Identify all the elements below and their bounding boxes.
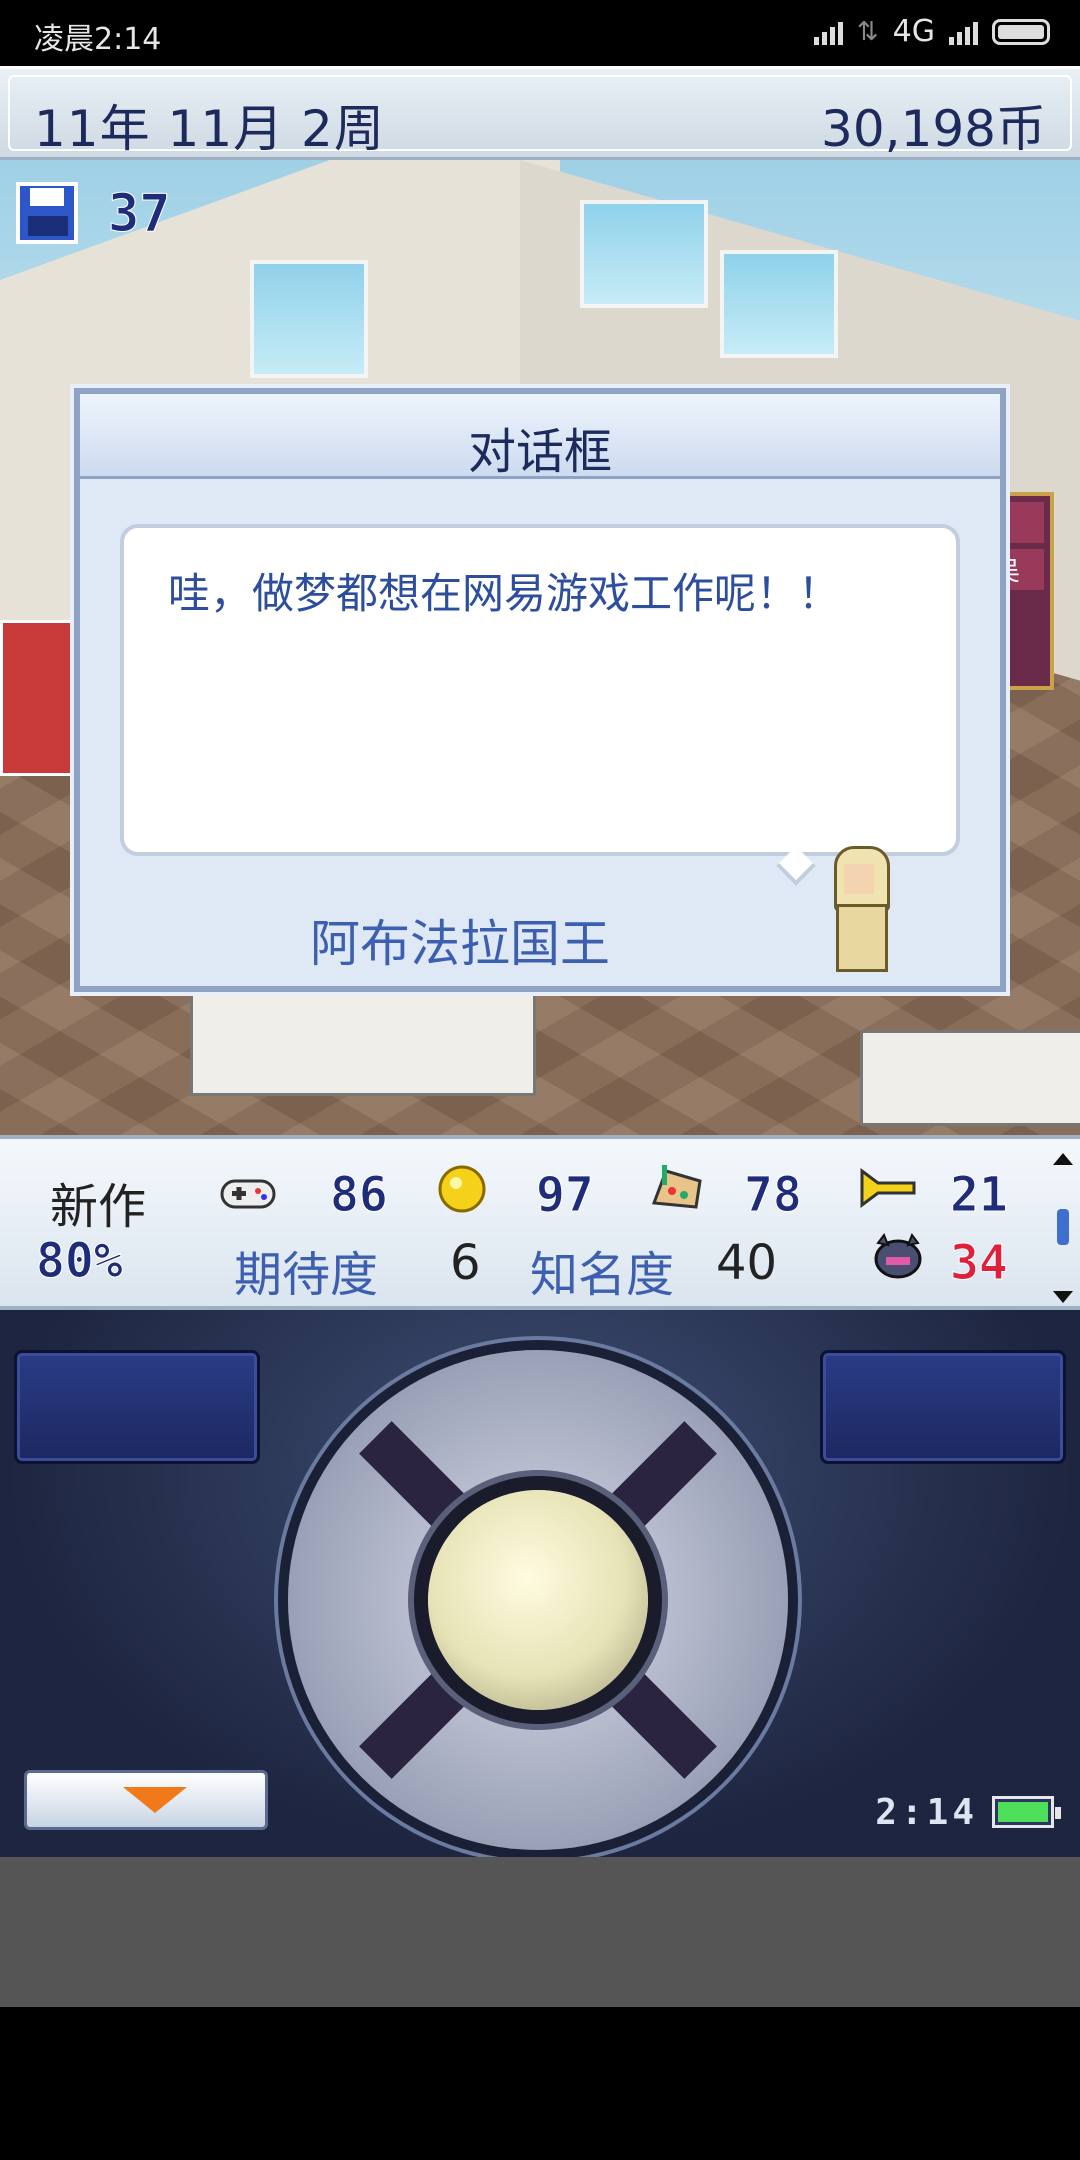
left-shoulder-button[interactable]	[14, 1350, 260, 1464]
signal-2-icon	[949, 19, 978, 45]
paint-palette-icon	[651, 1165, 702, 1209]
dialog-message: 哇，做梦都想在网易游戏工作呢！！	[168, 569, 841, 618]
expectation-value: 6	[450, 1235, 481, 1291]
king-portrait-icon	[828, 846, 890, 974]
money-display: 30,198币	[821, 100, 1046, 158]
gold-coin-icon	[438, 1165, 486, 1213]
status-bar: 凌晨2:14 ⇅ 4G	[0, 0, 1080, 66]
battery-icon	[992, 1796, 1061, 1828]
network-type: 4G	[892, 14, 935, 49]
game-clock: 2:14	[875, 1792, 978, 1833]
dialog-title: 对话框	[467, 424, 612, 480]
desk	[190, 990, 536, 1096]
fame-value: 40	[716, 1235, 778, 1291]
creativity-value: 97	[536, 1167, 595, 1224]
navigation-bar	[0, 2007, 1080, 2160]
window	[720, 250, 838, 358]
floppy-disk-icon[interactable]	[16, 182, 78, 244]
right-shoulder-button[interactable]	[820, 1350, 1066, 1464]
bug-monster-icon	[874, 1232, 922, 1279]
scroll-thumb[interactable]	[1057, 1209, 1069, 1245]
dialog-title-bar: 对话框	[80, 394, 1000, 480]
music-note-icon	[860, 1168, 916, 1208]
dialog-box[interactable]: 对话框 哇，做梦都想在网易游戏工作呢！！ 阿布法拉国王	[74, 388, 1006, 992]
save-count: 37	[108, 184, 172, 245]
dpad-center-button[interactable]	[428, 1490, 648, 1710]
stats-scrollbar[interactable]	[1053, 1153, 1073, 1303]
chevron-down-icon	[123, 1787, 187, 1813]
fame-label: 知名度	[530, 1247, 675, 1303]
speech-bubble: 哇，做梦都想在网易游戏工作呢！！	[120, 524, 960, 856]
expectation-label: 期待度	[234, 1247, 379, 1303]
dpad[interactable]	[288, 1350, 788, 1850]
game-date: 11年 11月 2周	[34, 100, 385, 158]
scroll-down-icon[interactable]	[1053, 1291, 1073, 1303]
status-icons: ⇅ 4G	[813, 14, 1050, 49]
bugs-value: 34	[950, 1235, 1009, 1292]
progress-percent: 80%	[36, 1233, 124, 1290]
battery-icon	[992, 18, 1050, 45]
fun-value: 86	[330, 1167, 389, 1224]
vending-machine	[0, 620, 76, 776]
gamepad-icon	[220, 1179, 276, 1209]
graphics-value: 78	[744, 1167, 803, 1224]
speaker-name: 阿布法拉国王	[310, 915, 610, 973]
top-info-bar: 11年 11月 2周 30,198币	[0, 66, 1080, 160]
status-time: 凌晨2:14	[34, 22, 162, 57]
stats-panel[interactable]: 新作 80% 86 97 78 21 期待度 6 知名度 40 34	[0, 1135, 1080, 1310]
controller-panel: 2:14	[0, 1310, 1080, 1857]
blank-area	[0, 1857, 1080, 2007]
desk	[860, 1030, 1080, 1126]
scroll-up-icon[interactable]	[1053, 1153, 1073, 1165]
window	[250, 260, 368, 378]
data-transfer-icon: ⇅	[856, 16, 879, 47]
sound-value: 21	[950, 1167, 1009, 1224]
menu-toggle-button[interactable]	[24, 1770, 268, 1830]
signal-icon	[813, 19, 843, 45]
window	[580, 200, 708, 308]
new-game-label: 新作	[50, 1179, 147, 1235]
